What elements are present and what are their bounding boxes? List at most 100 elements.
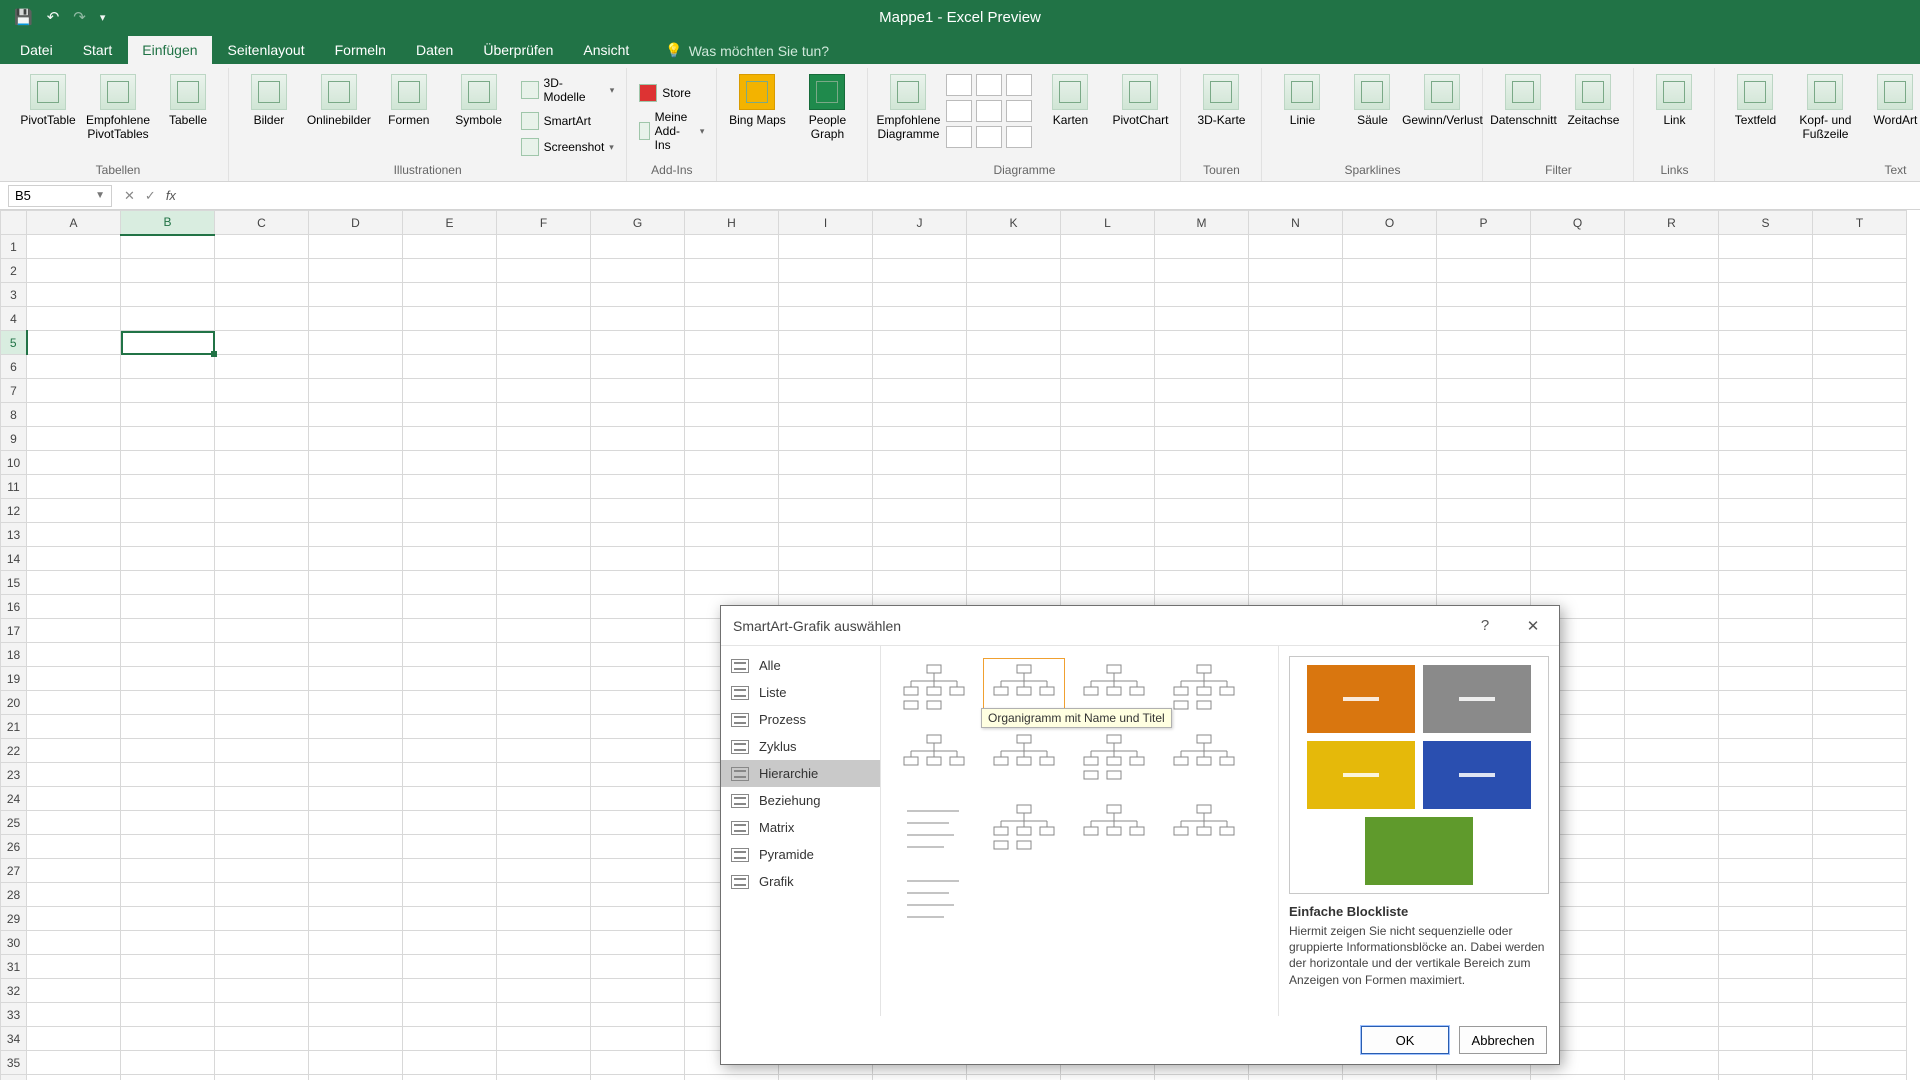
tab-einfuegen[interactable]: Einfügen — [128, 36, 211, 64]
cell-E17[interactable] — [403, 619, 497, 643]
cell-B17[interactable] — [121, 619, 215, 643]
cell-D19[interactable] — [309, 667, 403, 691]
cell-E10[interactable] — [403, 451, 497, 475]
cell-G22[interactable] — [591, 739, 685, 763]
chart-type-6[interactable] — [1006, 100, 1032, 122]
cell-N13[interactable] — [1249, 523, 1343, 547]
layout-option-12[interactable] — [893, 868, 975, 930]
layout-option-8[interactable] — [893, 798, 975, 860]
redo-icon[interactable]: ↷ — [73, 8, 86, 26]
cell-A10[interactable] — [27, 451, 121, 475]
column-header-P[interactable]: P — [1437, 211, 1531, 235]
cell-K10[interactable] — [967, 451, 1061, 475]
cell-A17[interactable] — [27, 619, 121, 643]
cell-T21[interactable] — [1813, 715, 1907, 739]
cell-R15[interactable] — [1625, 571, 1719, 595]
cell-D12[interactable] — [309, 499, 403, 523]
cell-M2[interactable] — [1155, 259, 1249, 283]
tab-datei[interactable]: Datei — [6, 36, 67, 64]
cell-E2[interactable] — [403, 259, 497, 283]
category-matrix[interactable]: Matrix — [721, 814, 880, 841]
cell-A34[interactable] — [27, 1027, 121, 1051]
cell-G13[interactable] — [591, 523, 685, 547]
cell-B19[interactable] — [121, 667, 215, 691]
cell-O14[interactable] — [1343, 547, 1437, 571]
cell-E36[interactable] — [403, 1075, 497, 1080]
cell-C34[interactable] — [215, 1027, 309, 1051]
cell-P8[interactable] — [1437, 403, 1531, 427]
cell-S3[interactable] — [1719, 283, 1813, 307]
cell-S10[interactable] — [1719, 451, 1813, 475]
cell-S5[interactable] — [1719, 331, 1813, 355]
cell-P14[interactable] — [1437, 547, 1531, 571]
cell-G5[interactable] — [591, 331, 685, 355]
cell-O12[interactable] — [1343, 499, 1437, 523]
cell-R16[interactable] — [1625, 595, 1719, 619]
cell-R4[interactable] — [1625, 307, 1719, 331]
cell-C4[interactable] — [215, 307, 309, 331]
cell-I5[interactable] — [779, 331, 873, 355]
cell-L5[interactable] — [1061, 331, 1155, 355]
cell-L2[interactable] — [1061, 259, 1155, 283]
dialog-close-button[interactable]: ✕ — [1513, 611, 1553, 641]
cell-T18[interactable] — [1813, 643, 1907, 667]
cell-P9[interactable] — [1437, 427, 1531, 451]
cell-G24[interactable] — [591, 787, 685, 811]
cell-F13[interactable] — [497, 523, 591, 547]
cell-D32[interactable] — [309, 979, 403, 1003]
cell-A23[interactable] — [27, 763, 121, 787]
cell-A15[interactable] — [27, 571, 121, 595]
cell-B35[interactable] — [121, 1051, 215, 1075]
cell-A20[interactable] — [27, 691, 121, 715]
cell-R17[interactable] — [1625, 619, 1719, 643]
worksheet-area[interactable]: ABCDEFGHIJKLMNOPQRST12345678910111213141… — [0, 210, 1920, 1080]
row-header-10[interactable]: 10 — [1, 451, 27, 475]
cell-D8[interactable] — [309, 403, 403, 427]
cell-K15[interactable] — [967, 571, 1061, 595]
cell-R23[interactable] — [1625, 763, 1719, 787]
sparkline-winloss-button[interactable]: Gewinn/Verlust — [1410, 70, 1474, 128]
cell-D16[interactable] — [309, 595, 403, 619]
cell-C28[interactable] — [215, 883, 309, 907]
cell-B11[interactable] — [121, 475, 215, 499]
cell-C13[interactable] — [215, 523, 309, 547]
row-header-24[interactable]: 24 — [1, 787, 27, 811]
cell-B21[interactable] — [121, 715, 215, 739]
store-button[interactable]: Store — [635, 82, 708, 104]
cell-J4[interactable] — [873, 307, 967, 331]
cell-J10[interactable] — [873, 451, 967, 475]
cell-C24[interactable] — [215, 787, 309, 811]
cell-D3[interactable] — [309, 283, 403, 307]
cell-E31[interactable] — [403, 955, 497, 979]
cell-A6[interactable] — [27, 355, 121, 379]
cell-E20[interactable] — [403, 691, 497, 715]
cell-C25[interactable] — [215, 811, 309, 835]
cell-R2[interactable] — [1625, 259, 1719, 283]
timeline-button[interactable]: Zeitachse — [1561, 70, 1625, 128]
category-relationship[interactable]: Beziehung — [721, 787, 880, 814]
column-header-K[interactable]: K — [967, 211, 1061, 235]
cell-K4[interactable] — [967, 307, 1061, 331]
cell-P7[interactable] — [1437, 379, 1531, 403]
layout-option-0[interactable] — [893, 658, 975, 720]
layout-option-10[interactable] — [1073, 798, 1155, 860]
cell-E11[interactable] — [403, 475, 497, 499]
cell-T12[interactable] — [1813, 499, 1907, 523]
layout-option-7[interactable] — [1163, 728, 1245, 790]
cell-J3[interactable] — [873, 283, 967, 307]
row-header-28[interactable]: 28 — [1, 883, 27, 907]
cell-P6[interactable] — [1437, 355, 1531, 379]
column-header-N[interactable]: N — [1249, 211, 1343, 235]
cell-R26[interactable] — [1625, 835, 1719, 859]
cell-D14[interactable] — [309, 547, 403, 571]
undo-icon[interactable]: ↶ — [47, 8, 60, 26]
cell-N7[interactable] — [1249, 379, 1343, 403]
row-header-7[interactable]: 7 — [1, 379, 27, 403]
cell-E1[interactable] — [403, 235, 497, 259]
cell-A25[interactable] — [27, 811, 121, 835]
cell-D1[interactable] — [309, 235, 403, 259]
cell-L8[interactable] — [1061, 403, 1155, 427]
cell-Q10[interactable] — [1531, 451, 1625, 475]
cell-T9[interactable] — [1813, 427, 1907, 451]
cell-A2[interactable] — [27, 259, 121, 283]
